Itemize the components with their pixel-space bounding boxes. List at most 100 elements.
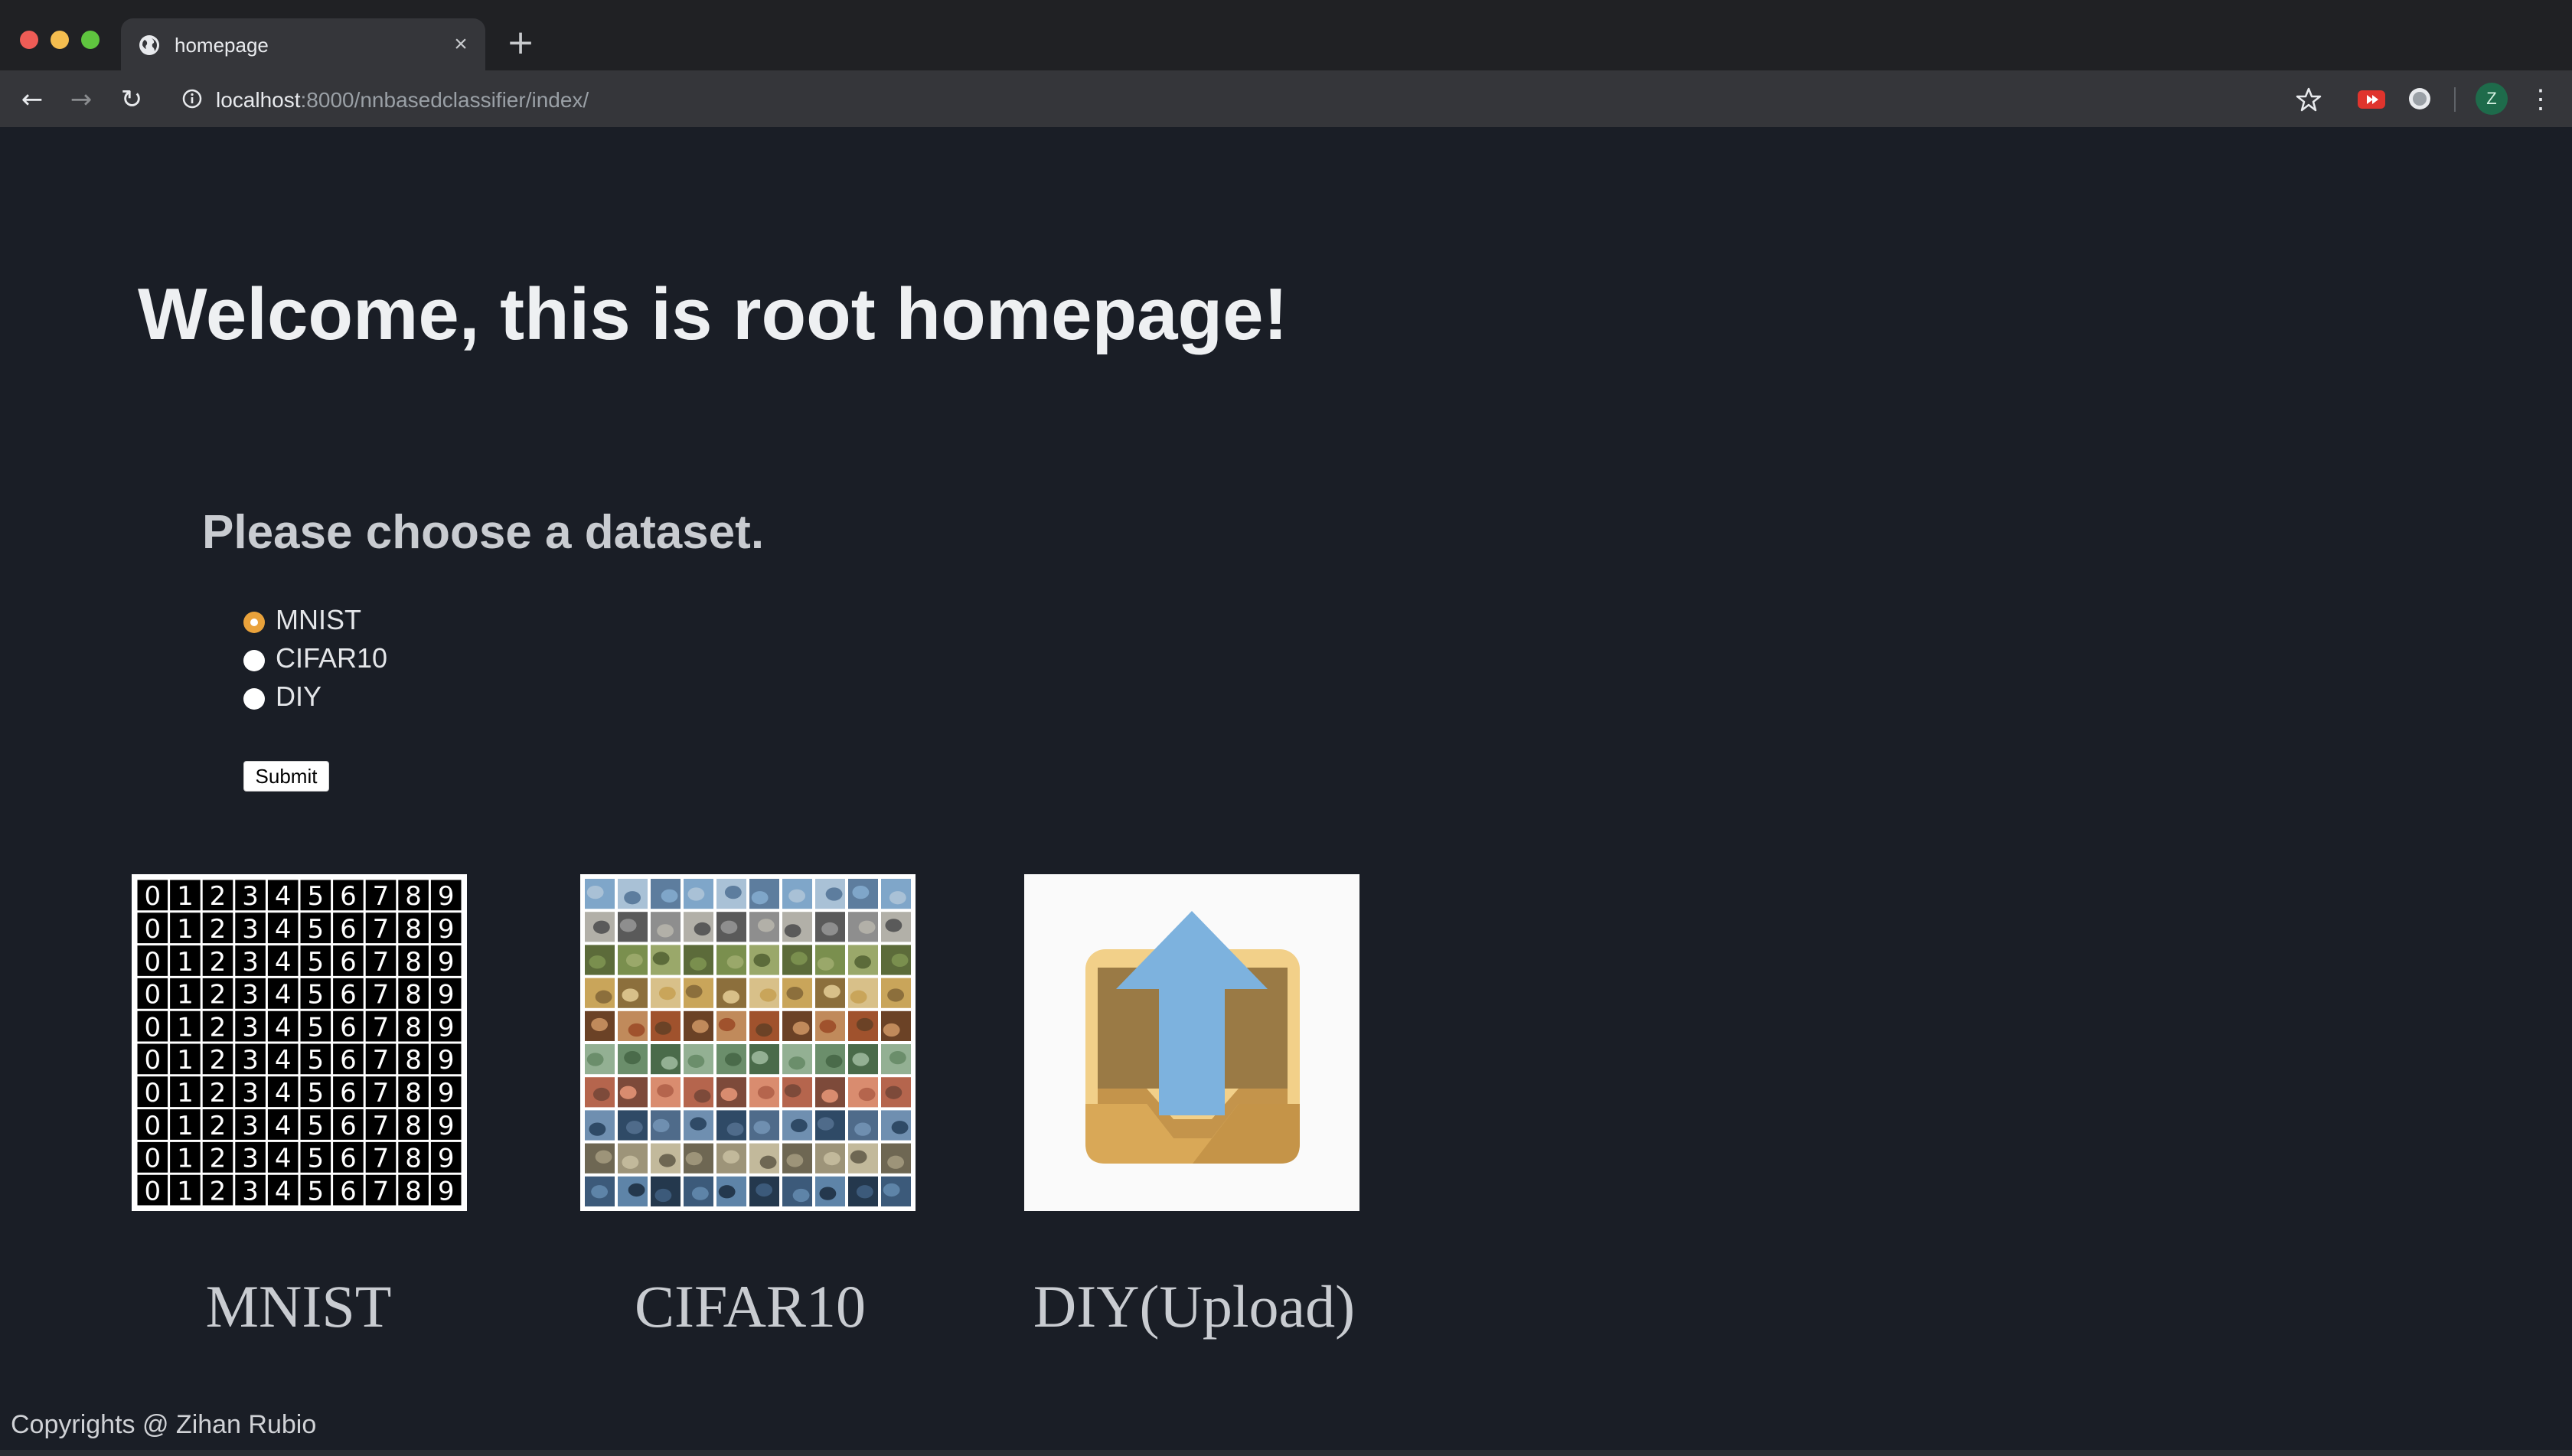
globe-icon (139, 35, 159, 55)
reload-button[interactable]: ↻ (115, 83, 149, 116)
radio-button-cifar10[interactable] (243, 650, 265, 671)
cifar-tile (618, 1044, 648, 1075)
cifar-tile (651, 1176, 681, 1206)
mnist-digit-glyph: 5 (307, 1144, 324, 1174)
address-url[interactable]: localhost:8000/nnbasedclassifier/index/ (216, 88, 589, 113)
mnist-digit-glyph: 4 (275, 1111, 292, 1141)
radio-button-mnist[interactable] (243, 612, 265, 633)
cifar-tile (651, 1143, 681, 1174)
mnist-digit-glyph: 5 (307, 1078, 324, 1108)
mnist-digit-glyph: 6 (340, 1045, 357, 1076)
cifar-tile (848, 1143, 878, 1174)
submit-button[interactable]: Submit (243, 761, 329, 792)
cifar-tile (618, 1143, 648, 1174)
info-icon[interactable] (181, 87, 204, 110)
tab-homepage[interactable]: homepage × (121, 18, 485, 70)
mnist-digit-glyph: 9 (438, 947, 455, 978)
cifar-tile (749, 912, 779, 942)
extension-record-icon[interactable] (2407, 86, 2433, 112)
radio-option-mnist[interactable]: MNIST (243, 602, 361, 638)
cifar-tile (651, 945, 681, 975)
radio-button-diy[interactable] (243, 688, 265, 710)
mnist-digit-glyph: 3 (242, 1045, 259, 1076)
address-bar[interactable]: localhost:8000/nnbasedclassifier/index/ (168, 78, 2266, 119)
cifar-tile (684, 1110, 713, 1141)
cifar-tile (749, 1010, 779, 1041)
mnist-thumbnail[interactable]: 0123456789012345678901234567890123456789… (132, 874, 467, 1211)
mnist-digit-glyph: 2 (210, 881, 227, 912)
window-close-button[interactable] (20, 31, 38, 49)
cifar-tile (716, 879, 746, 909)
mnist-digit-glyph: 7 (373, 1144, 390, 1174)
cifar-tile (716, 1010, 746, 1041)
mnist-digit-glyph: 0 (144, 1176, 161, 1206)
cifar-tile (782, 945, 812, 975)
mnist-digit-glyph: 0 (144, 914, 161, 945)
mnist-digits-image: 0 1 2 3 4 5 6 7 8 90 1 2 3 4 5 6 7 8 90 1 2 3 4 5 6 7 8 90 1 2 3 4 5 6 7 8 9… (135, 877, 464, 1208)
radio-option-diy[interactable]: DIY (243, 678, 322, 715)
cifar-tile (585, 978, 615, 1008)
cifar-tile (881, 1077, 911, 1108)
back-button[interactable]: ← (15, 83, 49, 116)
mnist-digit-glyph: 1 (177, 1045, 194, 1076)
mnist-digit-glyph: 9 (438, 1078, 455, 1108)
cifar-tile (585, 1077, 615, 1108)
cifar10-mosaic-image (585, 879, 911, 1206)
browser-menu-icon[interactable]: ⋮ (2528, 84, 2554, 115)
cifar-tile (782, 1143, 812, 1174)
cifar-tile (881, 1010, 911, 1041)
mnist-digit-glyph: 4 (275, 914, 292, 945)
tab-close-icon[interactable]: × (449, 32, 473, 57)
mnist-digit-glyph: 2 (210, 1078, 227, 1108)
cifar10-thumbnail[interactable] (580, 874, 916, 1211)
cifar-tile (585, 1110, 615, 1141)
cifar-tile (815, 1044, 845, 1075)
mnist-digit-glyph: 8 (405, 1045, 422, 1076)
window-minimize-button[interactable] (51, 31, 69, 49)
cifar-tile (618, 1110, 648, 1141)
cifar-tile (782, 978, 812, 1008)
mnist-digit-glyph: 8 (405, 980, 422, 1010)
mnist-digit-glyph: 4 (275, 1144, 292, 1174)
cifar-tile (618, 945, 648, 975)
mnist-digit-glyph: 2 (210, 1012, 227, 1043)
cifar-tile (815, 1077, 845, 1108)
mnist-digit-glyph: 7 (373, 914, 390, 945)
cifar-tile (651, 1110, 681, 1141)
mnist-digit-glyph: 9 (438, 914, 455, 945)
mnist-digit-glyph: 4 (275, 1045, 292, 1076)
forward-button[interactable]: → (64, 83, 98, 116)
new-tab-button[interactable]: + (505, 26, 536, 60)
cifar-tile (651, 912, 681, 942)
cifar-tile (815, 1176, 845, 1206)
mnist-digit-glyph: 0 (144, 980, 161, 1010)
mnist-digit-glyph: 2 (210, 1111, 227, 1141)
cifar-tile (815, 945, 845, 975)
mnist-digit-glyph: 2 (210, 947, 227, 978)
browser-chrome: homepage × + ← → ↻ localhost:8000/nnbase… (0, 0, 2572, 127)
cifar-tile (684, 879, 713, 909)
cifar-tile (782, 1077, 812, 1108)
cifar-tile (716, 978, 746, 1008)
cifar-tile (684, 1077, 713, 1108)
radio-option-cifar10[interactable]: CIFAR10 (243, 640, 387, 677)
toolbar-divider (2454, 87, 2456, 112)
cifar-tile (749, 1176, 779, 1206)
window-maximize-button[interactable] (81, 31, 100, 49)
cifar-tile (782, 879, 812, 909)
cifar-tile (881, 945, 911, 975)
cifar-tile (651, 978, 681, 1008)
cifar-tile (716, 945, 746, 975)
extension-video-icon[interactable] (2358, 90, 2385, 109)
mnist-digit-glyph: 0 (144, 1045, 161, 1076)
mnist-digit-glyph: 3 (242, 1176, 259, 1206)
mnist-digit-glyph: 2 (210, 914, 227, 945)
bookmark-star-icon[interactable] (2293, 84, 2324, 115)
cifar-tile (749, 1110, 779, 1141)
diy-upload-thumbnail[interactable] (1024, 874, 1359, 1211)
cifar-tile (782, 1110, 812, 1141)
mnist-digit-glyph: 2 (210, 1045, 227, 1076)
cifar-tile (848, 945, 878, 975)
browser-toolbar: ← → ↻ localhost:8000/nnbasedclassifier/i… (0, 70, 2572, 127)
profile-avatar[interactable]: Z (2476, 83, 2508, 115)
